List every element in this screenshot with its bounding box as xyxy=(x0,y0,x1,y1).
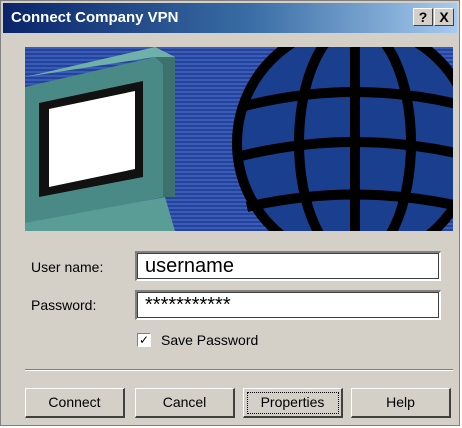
banner-graphic xyxy=(25,47,453,231)
save-password-checkbox[interactable]: ✓ xyxy=(137,333,151,347)
properties-button[interactable]: Properties xyxy=(243,388,343,418)
cancel-button[interactable]: Cancel xyxy=(135,388,235,418)
save-password-label[interactable]: Save Password xyxy=(161,332,258,348)
help-button[interactable]: Help xyxy=(351,388,451,418)
vpn-connect-dialog: Connect Company VPN ? X User name: usern… xyxy=(0,0,460,426)
username-label: User name: xyxy=(31,259,104,275)
title-bar[interactable]: Connect Company VPN ? X xyxy=(3,3,457,33)
window-title: Connect Company VPN xyxy=(11,9,179,26)
separator-line xyxy=(25,369,453,371)
username-field[interactable]: username xyxy=(135,251,441,281)
close-title-button[interactable]: X xyxy=(434,8,454,26)
password-field[interactable]: *********** xyxy=(135,290,441,320)
help-title-button[interactable]: ? xyxy=(413,8,433,26)
password-label: Password: xyxy=(31,297,97,313)
vpn-banner-image xyxy=(25,47,453,231)
globe-icon xyxy=(232,47,453,231)
connect-button[interactable]: Connect xyxy=(25,388,125,418)
